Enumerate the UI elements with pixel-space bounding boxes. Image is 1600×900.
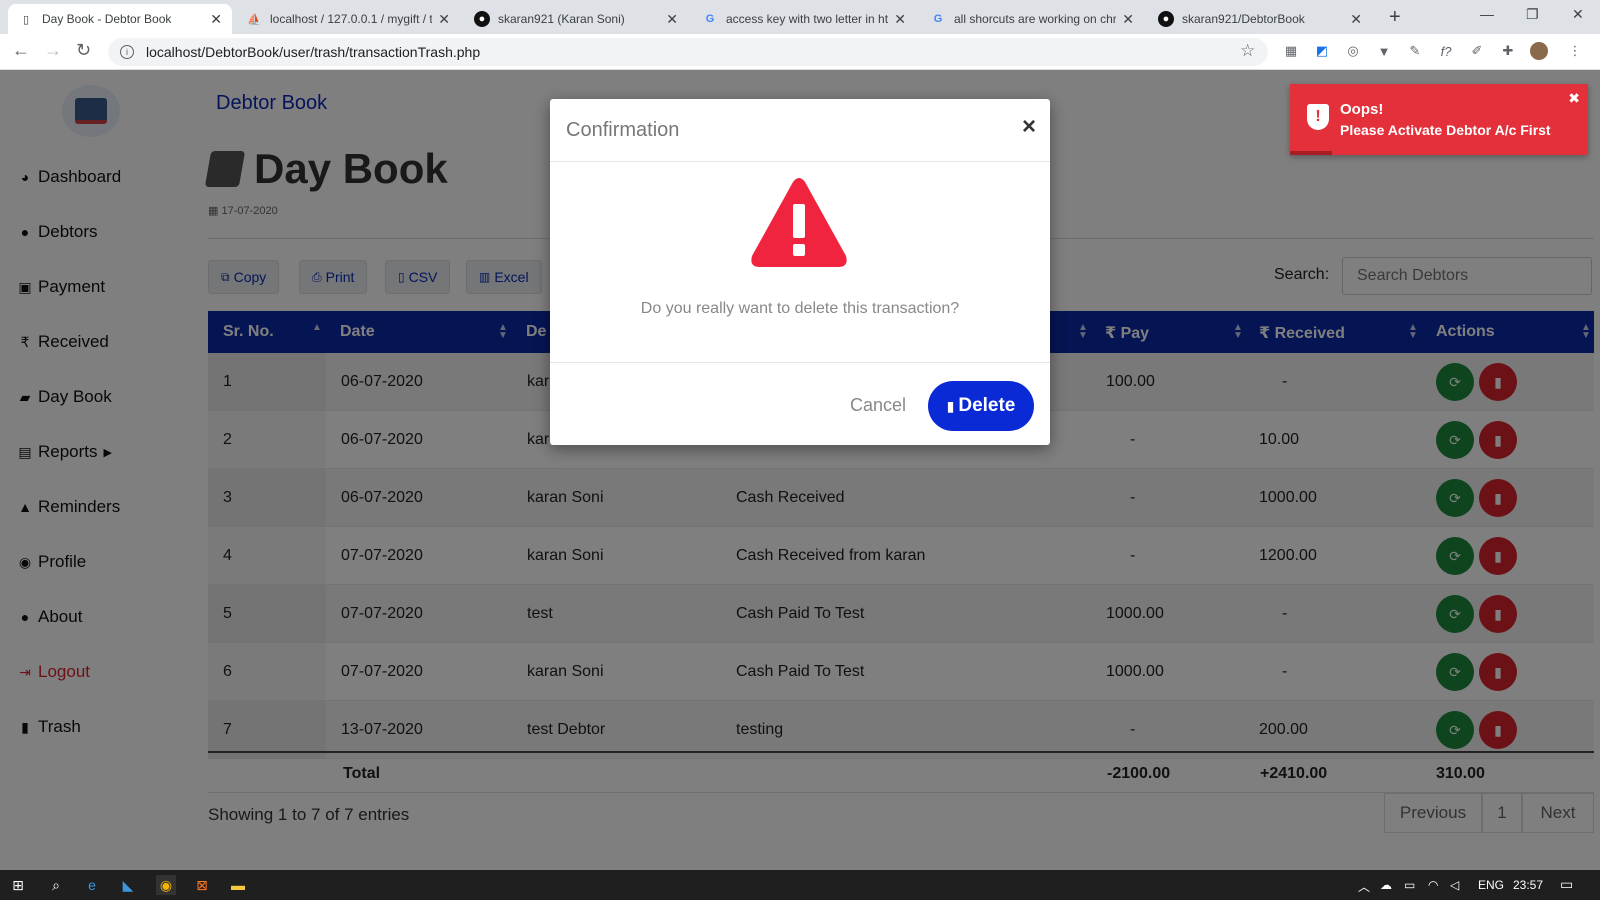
close-tab-icon[interactable]: ✕	[210, 11, 222, 28]
wifi-icon[interactable]: ◠	[1428, 878, 1438, 892]
browser-toolbar: ← → ↻ i localhost/DebtorBook/user/trash/…	[0, 34, 1600, 70]
modal-title: Confirmation	[566, 119, 680, 141]
url-text: localhost/DebtorBook/user/trash/transact…	[146, 44, 481, 60]
clock[interactable]: 23:57	[1513, 878, 1543, 892]
modal-divider	[550, 362, 1050, 363]
google-icon: G	[933, 13, 943, 25]
toast-title: Oops!	[1340, 101, 1384, 118]
tab-google-access-key[interactable]: G access key with two letter in ht ✕	[692, 4, 916, 34]
modal-message: Do you really want to delete this transa…	[640, 300, 960, 317]
warning-triangle-icon	[751, 178, 847, 267]
github-icon: ●	[1158, 11, 1174, 27]
extension-icon[interactable]: ▼	[1375, 42, 1393, 60]
formula-extension-icon[interactable]: f?	[1437, 42, 1455, 60]
tab-title: Day Book - Debtor Book	[42, 12, 172, 26]
close-tab-icon[interactable]: ✕	[438, 11, 450, 28]
tab-title: all shorcuts are working on chr	[954, 12, 1117, 26]
info-icon[interactable]: i	[120, 45, 134, 59]
edge-icon[interactable]: e	[82, 875, 102, 895]
cancel-button[interactable]: Cancel	[850, 395, 906, 416]
close-tab-icon[interactable]: ✕	[894, 11, 906, 28]
modal-divider	[550, 161, 1050, 162]
shield-alert-icon: !	[1307, 104, 1329, 130]
close-icon[interactable]: ×	[1022, 113, 1036, 141]
chevron-up-icon[interactable]: ︿	[1358, 878, 1370, 895]
address-bar[interactable]: i localhost/DebtorBook/user/trash/transa…	[108, 38, 1268, 66]
close-tab-icon[interactable]: ✕	[1122, 11, 1134, 28]
chrome-icon[interactable]: ◉	[156, 875, 176, 895]
file-explorer-icon[interactable]: ▬	[228, 875, 248, 895]
search-icon[interactable]: ⌕	[46, 875, 66, 895]
windows-start-icon[interactable]: ⊞	[8, 875, 28, 895]
tab-title: skaran921 (Karan Soni)	[498, 12, 625, 26]
tab-phpmyadmin[interactable]: ⛵ localhost / 127.0.0.1 / mygift / t ✕	[236, 4, 460, 34]
notifications-icon[interactable]: ▭	[1560, 876, 1573, 893]
toast-message: Please Activate Debtor A/c First	[1340, 122, 1551, 138]
minimize-icon[interactable]: —	[1480, 6, 1494, 22]
pen-extension-icon[interactable]: ✎	[1406, 42, 1424, 60]
volume-icon[interactable]: ◁	[1450, 878, 1459, 892]
back-icon[interactable]: ←	[12, 40, 30, 61]
xampp-icon[interactable]: ⊠	[192, 875, 212, 895]
bookmark-star-icon[interactable]: ☆	[1240, 41, 1255, 61]
vscode-icon[interactable]: ◣	[118, 875, 138, 895]
tab-google-shortcuts[interactable]: G all shorcuts are working on chr ✕	[920, 4, 1144, 34]
close-tab-icon[interactable]: ✕	[1350, 11, 1362, 28]
google-icon: G	[705, 13, 715, 25]
tab-github-repo[interactable]: ● skaran921/DebtorBook ✕	[1148, 4, 1372, 34]
taskbar: ⊞ ⌕ e ◣ ◉ ⊠ ▬ ︿ ☁ ▭ ◠ ◁ ENG 23:57 ▭	[0, 870, 1600, 900]
cloud-icon[interactable]: ☁	[1380, 878, 1392, 892]
github-icon: ●	[474, 11, 490, 27]
translate-icon[interactable]: ◩	[1313, 42, 1331, 60]
tab-strip: ▯ Day Book - Debtor Book ✕ ⛵ localhost /…	[0, 0, 1600, 34]
extension-icon[interactable]: ◎	[1344, 42, 1362, 60]
tab-day-book[interactable]: ▯ Day Book - Debtor Book ✕	[8, 4, 232, 34]
confirmation-modal: Confirmation × Do you really want to del…	[550, 99, 1050, 445]
toast-progress-bar	[1290, 151, 1332, 155]
language-indicator[interactable]: ENG	[1478, 878, 1504, 892]
pen-extension-icon[interactable]: ✐	[1468, 42, 1486, 60]
reload-icon[interactable]: ↻	[76, 40, 91, 61]
trash-icon: ▮	[946, 397, 955, 414]
tab-title: localhost / 127.0.0.1 / mygift / t	[270, 12, 433, 26]
error-toast: ! Oops! Please Activate Debtor A/c First…	[1290, 84, 1588, 155]
restore-icon[interactable]: ❐	[1526, 6, 1539, 23]
tab-title: access key with two letter in ht	[726, 12, 889, 26]
avatar[interactable]	[1530, 42, 1548, 60]
forward-icon[interactable]: →	[44, 40, 62, 61]
close-tab-icon[interactable]: ✕	[666, 11, 678, 28]
tab-github-profile[interactable]: ● skaran921 (Karan Soni) ✕	[464, 4, 688, 34]
menu-icon[interactable]: ⋮	[1566, 42, 1584, 60]
battery-icon[interactable]: ▭	[1404, 878, 1415, 892]
toast-close-icon[interactable]: ✖	[1568, 90, 1580, 107]
page-icon: ▯	[22, 13, 30, 26]
new-tab-icon[interactable]: +	[1389, 6, 1401, 29]
puzzle-icon[interactable]: ✚	[1499, 42, 1517, 60]
phpmyadmin-icon: ⛵	[247, 13, 261, 26]
delete-label: Delete	[958, 395, 1016, 416]
tab-title: skaran921/DebtorBook	[1182, 12, 1305, 26]
window-close-icon[interactable]: ✕	[1572, 6, 1584, 23]
extension-icon[interactable]: ▦	[1282, 42, 1300, 60]
delete-button[interactable]: ▮ Delete	[928, 381, 1034, 431]
